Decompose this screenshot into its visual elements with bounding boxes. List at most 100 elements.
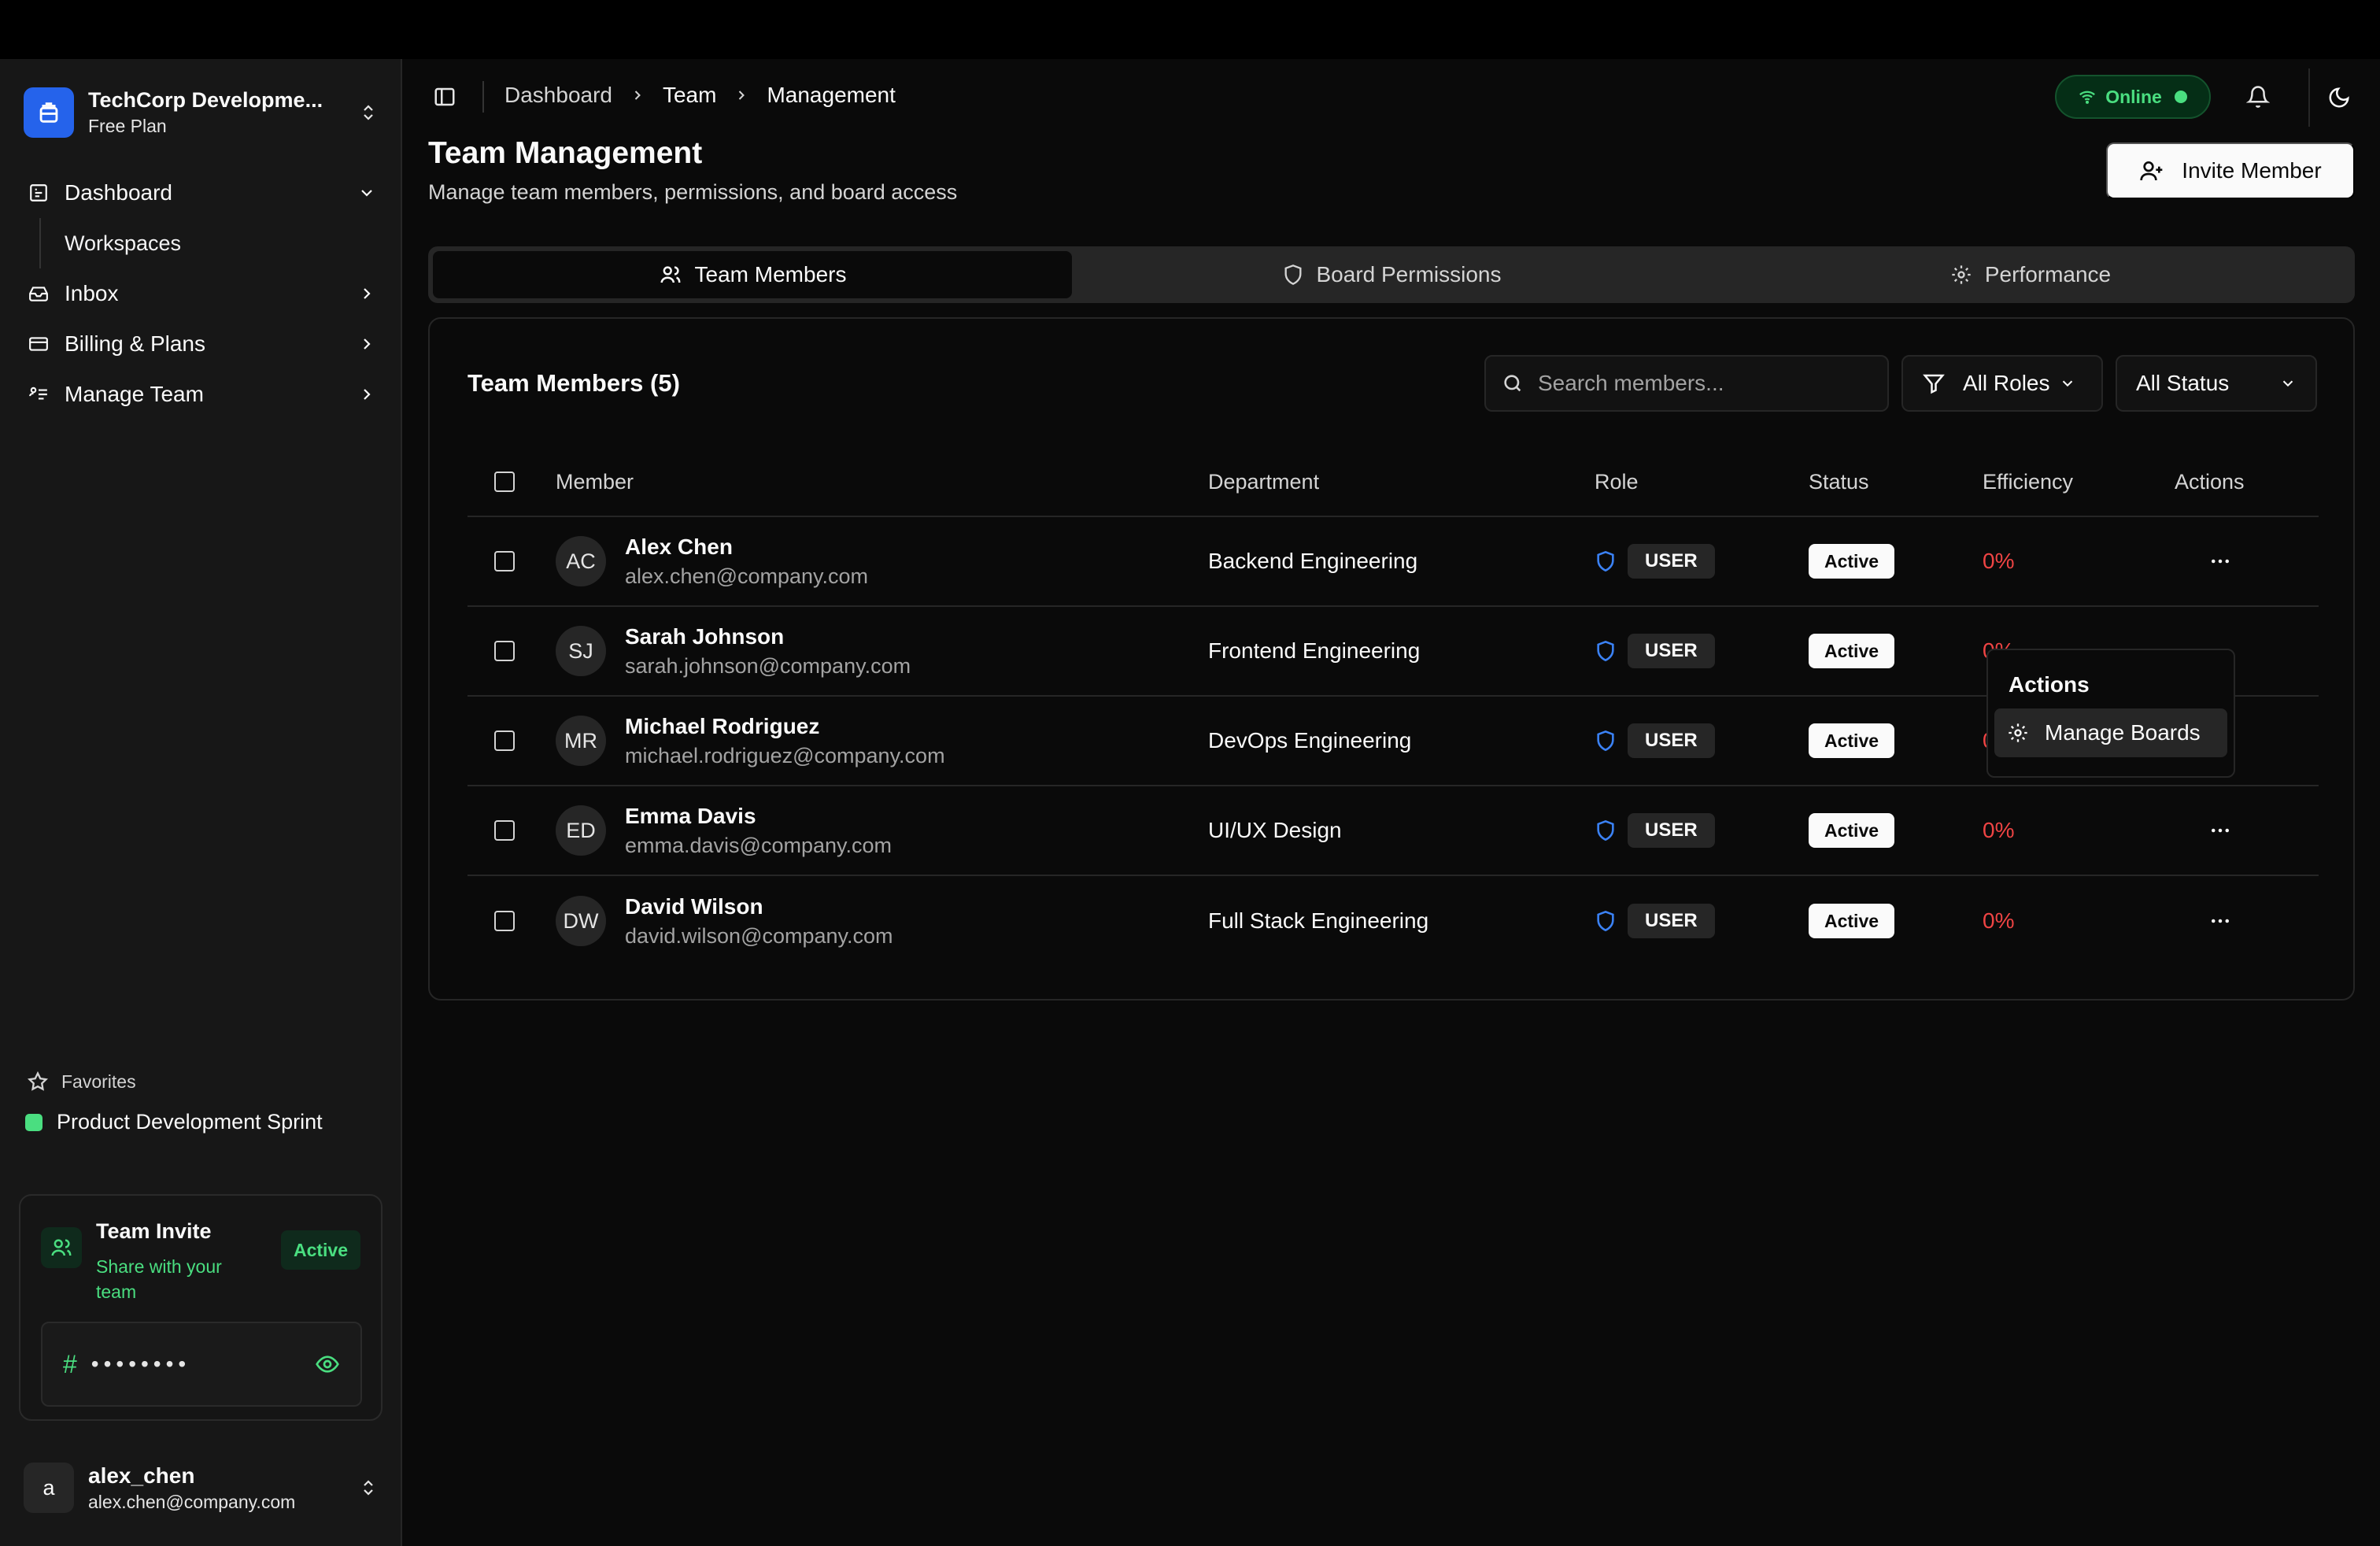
table-row: AC Alex Chen alex.chen@company.com Backend … — [468, 517, 2319, 607]
member-name: Sarah Johnson — [625, 623, 785, 649]
invite-code-field[interactable]: # •••••••• — [41, 1322, 362, 1407]
inbox-icon — [27, 282, 50, 305]
search-input[interactable] — [1538, 371, 1872, 396]
eye-icon[interactable] — [315, 1352, 340, 1377]
member-email: michael.rodriguez@company.com — [625, 743, 945, 767]
column-header-efficiency: Efficiency — [1983, 469, 2074, 494]
shield-icon — [1597, 910, 1614, 932]
gear-icon — [1952, 265, 1971, 284]
department-cell: Frontend Engineering — [1208, 638, 1421, 663]
efficiency-cell: 0% — [1983, 818, 2015, 842]
efficiency-cell: 0% — [1983, 549, 2015, 573]
member-email: alex.chen@company.com — [625, 564, 869, 588]
team-invite-card: Team Invite Share with your team Active … — [19, 1194, 382, 1421]
member-name: Michael Rodriguez — [625, 713, 820, 738]
row-checkbox[interactable] — [494, 641, 515, 661]
status-badge: Active — [1809, 544, 1895, 579]
role-cell: USER — [1595, 813, 1809, 848]
sidebar: TechCorp Developme... Free Plan Dashboar… — [0, 59, 402, 1546]
member-name: Alex Chen — [625, 534, 733, 559]
member-cell: SJ Sarah Johnson sarah.johnson@company.com — [556, 624, 1208, 679]
more-horizontal-icon[interactable] — [2204, 546, 2236, 577]
role-cell: USER — [1595, 904, 1809, 938]
chevron-right-icon — [734, 87, 749, 103]
star-icon — [27, 1071, 49, 1091]
more-horizontal-icon[interactable] — [2204, 815, 2236, 846]
shield-icon — [1284, 264, 1301, 285]
user-menu[interactable]: a alex_chen alex.chen@company.com — [24, 1456, 379, 1519]
bell-icon[interactable] — [2242, 81, 2274, 113]
favorite-item[interactable]: Product Development Sprint — [25, 1110, 323, 1134]
member-cell: DW David Wilson david.wilson@company.com — [556, 894, 1208, 949]
row-checkbox[interactable] — [494, 820, 515, 841]
actions-menu-heading: Actions — [2009, 672, 2090, 697]
breadcrumb-team[interactable]: Team — [663, 83, 716, 108]
sidebar-item-inbox[interactable]: Inbox — [24, 268, 379, 319]
search-box[interactable] — [1484, 355, 1889, 412]
credit-card-icon — [27, 332, 50, 356]
shield-icon — [1597, 640, 1614, 662]
tab-label: Team Members — [694, 262, 847, 287]
top-header: Dashboard Team Management Online — [402, 59, 2380, 131]
role-badge: USER — [1628, 723, 1715, 758]
sidebar-item-workspaces[interactable]: Workspaces — [39, 218, 379, 268]
chevron-down-icon — [2063, 380, 2073, 387]
shield-icon — [1597, 550, 1614, 572]
row-checkbox[interactable] — [494, 551, 515, 571]
avatar: a — [24, 1463, 74, 1513]
users-icon — [660, 266, 681, 283]
manage-boards-menu-item[interactable]: Manage Boards — [1994, 708, 2227, 757]
workspace-plan: Free Plan — [88, 116, 167, 136]
breadcrumb: Dashboard Team Management — [504, 83, 896, 108]
member-name: David Wilson — [625, 893, 763, 919]
invite-member-button[interactable]: Invite Member — [2106, 142, 2355, 199]
member-email: sarah.johnson@company.com — [625, 653, 911, 678]
role-badge: USER — [1628, 813, 1715, 848]
chevrons-up-down-icon — [357, 97, 379, 128]
column-header-status: Status — [1809, 469, 1869, 494]
online-status-label: Online — [2105, 86, 2162, 107]
shield-icon — [1597, 819, 1614, 841]
status-filter-select[interactable]: All Status — [2116, 355, 2317, 412]
sidebar-toggle-icon[interactable] — [431, 83, 459, 111]
invite-code-masked: •••••••• — [91, 1352, 191, 1376]
member-email: emma.davis@company.com — [625, 833, 893, 857]
gear-icon — [2009, 723, 2027, 742]
efficiency-cell: 0% — [1983, 908, 2015, 933]
theme-toggle-button[interactable] — [2308, 68, 2368, 127]
card-title: Team Members (5) — [468, 369, 680, 397]
sidebar-item-manage-team[interactable]: Manage Team — [24, 369, 379, 420]
breadcrumb-dashboard[interactable]: Dashboard — [504, 83, 612, 108]
chevron-right-icon — [364, 288, 371, 299]
sidebar-item-label: Dashboard — [65, 180, 172, 205]
workspace-switcher[interactable]: TechCorp Developme... Free Plan — [24, 83, 379, 142]
row-checkbox[interactable] — [494, 730, 515, 751]
hash-icon: # — [63, 1349, 77, 1378]
page-subtitle: Manage team members, permissions, and bo… — [428, 180, 958, 204]
member-cell: MR Michael Rodriguez michael.rodriguez@com… — [556, 714, 1208, 768]
select-all-checkbox[interactable] — [494, 472, 515, 492]
chevrons-up-down-icon — [357, 1472, 379, 1503]
tab-board-permissions[interactable]: Board Permissions — [1072, 251, 1711, 298]
invite-member-label: Invite Member — [2182, 158, 2322, 183]
workspace-name: TechCorp Developme... — [88, 88, 323, 112]
table-row: ED Emma Davis emma.davis@company.com UI/UX … — [468, 786, 2319, 876]
member-email: david.wilson@company.com — [625, 923, 893, 948]
avatar: SJ — [556, 626, 606, 676]
tab-team-members[interactable]: Team Members — [433, 251, 1072, 298]
column-header-department: Department — [1208, 469, 1320, 494]
row-checkbox[interactable] — [494, 911, 515, 931]
avatar: MR — [556, 716, 606, 766]
favorites-heading: Favorites — [27, 1071, 136, 1093]
user-plus-icon — [2140, 161, 2163, 181]
role-filter-value: All Roles — [1963, 371, 2050, 395]
sidebar-item-billing[interactable]: Billing & Plans — [24, 319, 379, 369]
invite-card-subtitle: Share with your team — [96, 1256, 222, 1302]
more-horizontal-icon[interactable] — [2204, 905, 2236, 937]
avatar: ED — [556, 805, 606, 856]
department-cell: UI/UX Design — [1208, 818, 1342, 842]
role-filter-select[interactable]: All Roles — [1901, 355, 2103, 412]
tab-performance[interactable]: Performance — [1711, 251, 2350, 298]
sidebar-item-dashboard[interactable]: Dashboard — [24, 168, 379, 218]
member-cell: ED Emma Davis emma.davis@company.com — [556, 804, 1208, 858]
